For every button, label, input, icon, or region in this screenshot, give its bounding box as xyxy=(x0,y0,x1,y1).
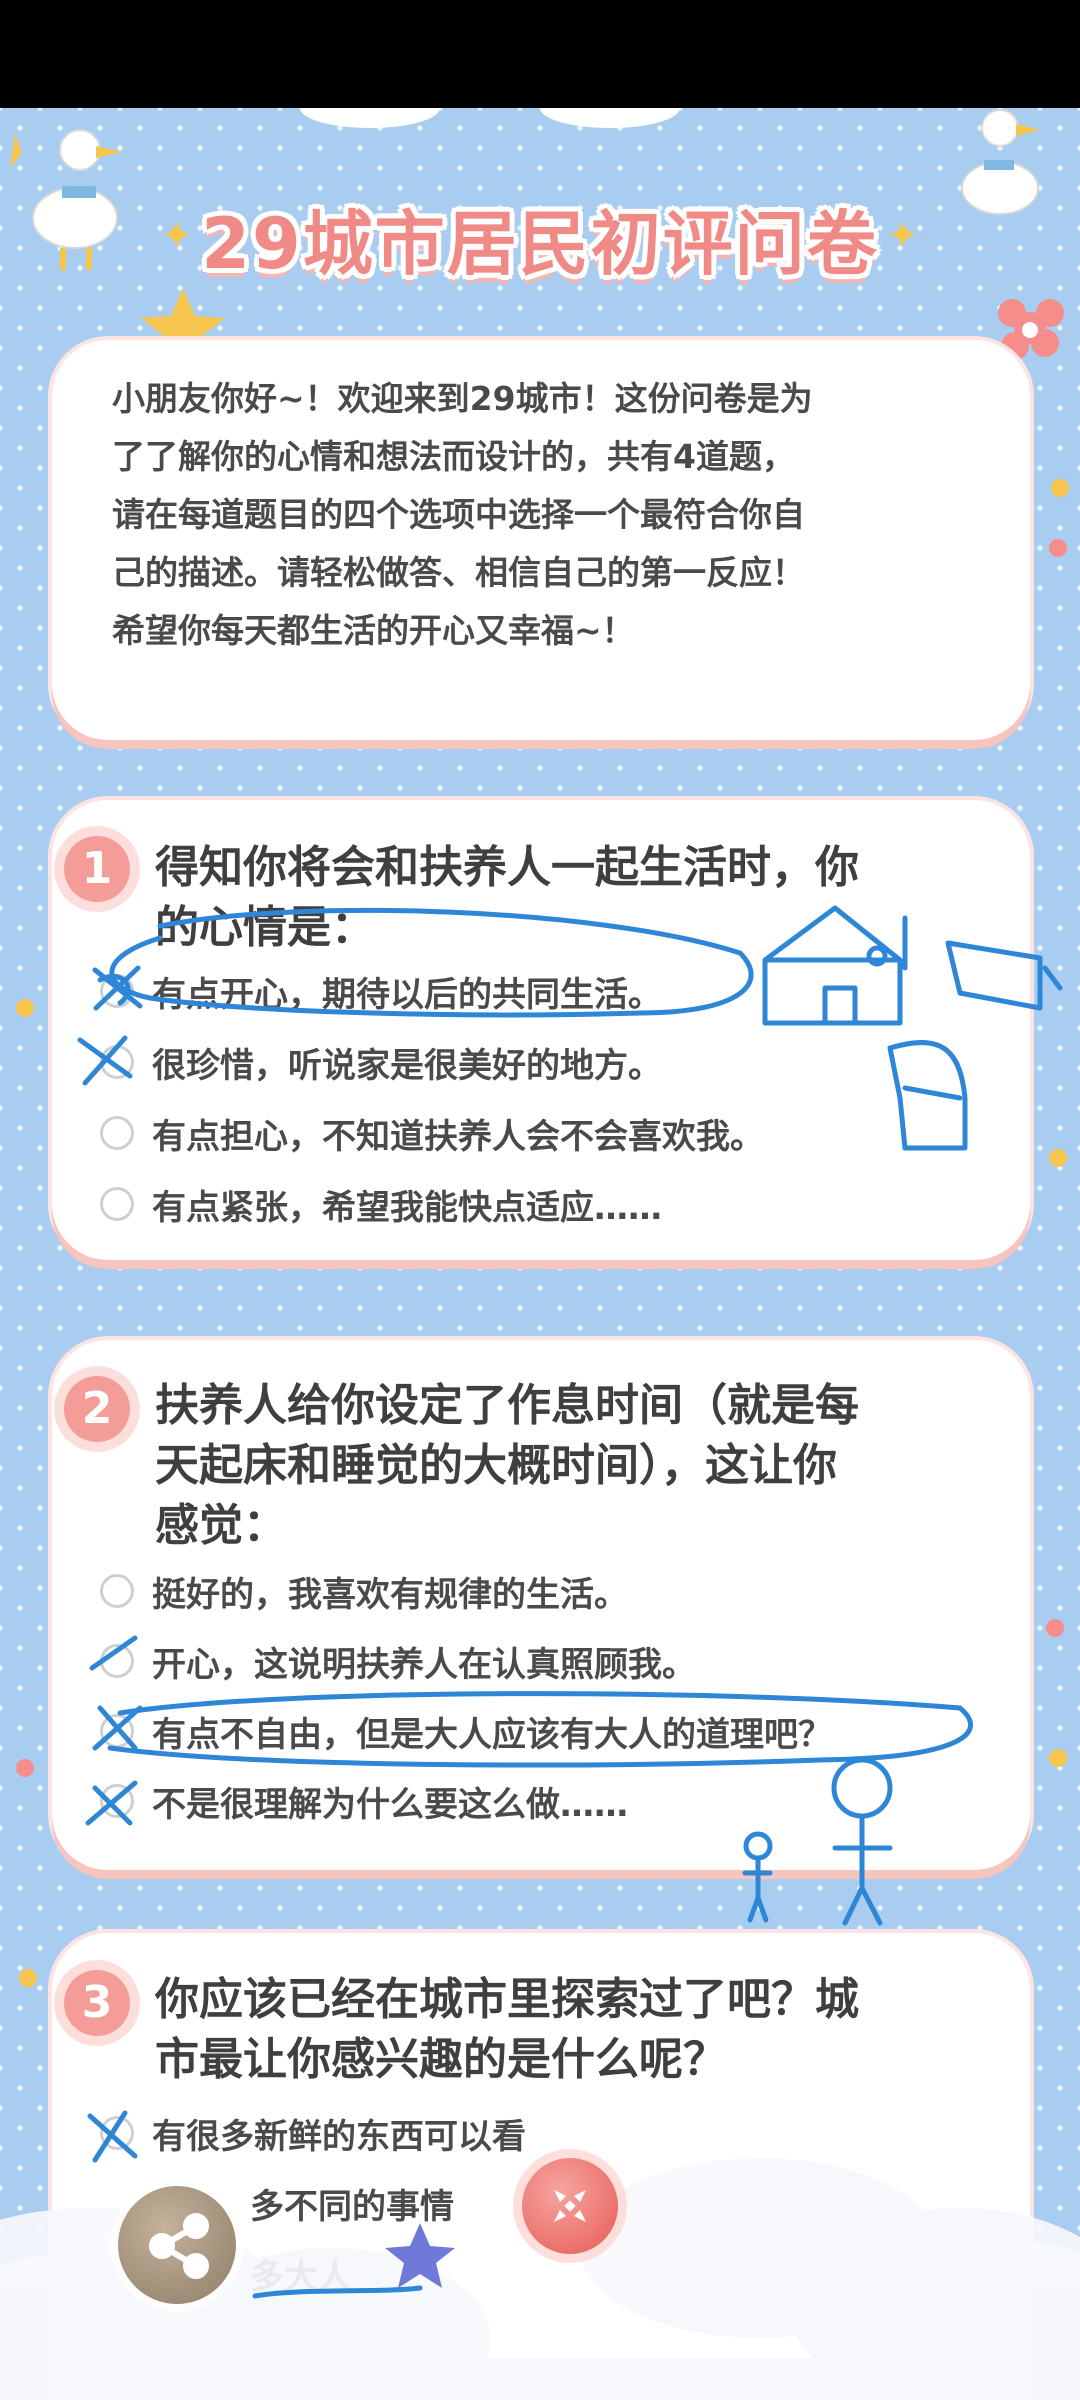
radio-button[interactable] xyxy=(100,1187,134,1221)
radio-button[interactable] xyxy=(100,1784,134,1818)
question-number-1: 1 xyxy=(64,836,130,902)
q3-option-3[interactable]: 多大人 xyxy=(250,2248,352,2298)
intro-line: 希望你每天都生活的开心又幸福~！ xyxy=(112,611,635,650)
radio-button[interactable] xyxy=(100,1574,134,1608)
question-number-3: 3 xyxy=(64,1970,130,2036)
q2-option-4[interactable]: 不是很理解为什么要这么做…… xyxy=(100,1776,628,1826)
question-line: 扶养人给你设定了作息时间（就是每 xyxy=(155,1380,859,1431)
option-label: 有点紧张，希望我能快点适应…… xyxy=(152,1187,662,1228)
radio-button[interactable] xyxy=(100,974,134,1008)
radio-button[interactable] xyxy=(100,1045,134,1079)
option-label: 有点开心，期待以后的共同生活。 xyxy=(152,974,662,1015)
intro-line: 小朋友你好~！欢迎来到29城市！这份问卷是为 xyxy=(112,379,813,418)
question-line: 得知你将会和扶养人一起生活时，你 xyxy=(155,842,859,893)
cloud-bump xyxy=(300,108,440,128)
radio-button[interactable] xyxy=(100,1116,134,1150)
option-label: 开心，这说明扶养人在认真照顾我。 xyxy=(152,1644,696,1685)
option-label: 很珍惜，听说家是很美好的地方。 xyxy=(152,1045,662,1086)
sparkle-icon: ✦ xyxy=(886,213,920,259)
q1-option-3[interactable]: 有点担心，不知道扶养人会不会喜欢我。 xyxy=(100,1108,764,1158)
option-label: 有点不自由，但是大人应该有大人的道理吧？ xyxy=(152,1714,832,1755)
question-text-3: 你应该已经在城市里探索过了吧？城 市最让你感兴趣的是什么呢？ xyxy=(155,1970,995,2090)
question-line: 的心情是： xyxy=(155,902,375,953)
q1-option-2[interactable]: 很珍惜，听说家是很美好的地方。 xyxy=(100,1037,662,1087)
close-icon xyxy=(554,2190,586,2222)
close-button[interactable] xyxy=(522,2158,618,2254)
share-button[interactable] xyxy=(118,2186,236,2304)
option-label: 挺好的，我喜欢有规律的生活。 xyxy=(152,1574,628,1615)
q2-option-1[interactable]: 挺好的，我喜欢有规律的生活。 xyxy=(100,1566,628,1616)
question-line: 天起床和睡觉的大概时间），这让你 xyxy=(155,1440,837,1491)
question-text-1: 得知你将会和扶养人一起生活时，你 的心情是： xyxy=(155,838,995,958)
radio-button[interactable] xyxy=(100,1714,134,1748)
star-icon xyxy=(10,133,22,168)
share-icon xyxy=(149,2213,209,2279)
q1-option-1[interactable]: 有点开心，期待以后的共同生活。 xyxy=(100,966,662,1016)
q2-option-2[interactable]: 开心，这说明扶养人在认真照顾我。 xyxy=(100,1636,696,1686)
intro-line: 请在每道题目的四个选项中选择一个最符合你自 xyxy=(112,495,805,534)
question-number-2: 2 xyxy=(64,1376,130,1442)
option-label: 多大人 xyxy=(250,2256,352,2297)
option-label: 有很多新鲜的东西可以看 xyxy=(152,2116,526,2157)
status-bar xyxy=(0,0,1080,108)
option-label: 有点担心，不知道扶养人会不会喜欢我。 xyxy=(152,1116,764,1157)
question-line: 感觉： xyxy=(155,1500,287,1551)
intro-text: 小朋友你好~！欢迎来到29城市！这份问卷是为 了了解你的心情和想法而设计的，共有… xyxy=(112,370,992,660)
sparkle-icon: ✦ xyxy=(160,213,194,259)
question-line: 你应该已经在城市里探索过了吧？城 xyxy=(155,1974,859,2025)
cloud-bump xyxy=(540,108,680,128)
intro-line: 己的描述。请轻松做答、相信自己的第一反应！ xyxy=(112,553,805,592)
q3-option-1[interactable]: 有很多新鲜的东西可以看 xyxy=(100,2108,526,2158)
intro-line: 了了解你的心情和想法而设计的，共有4道题， xyxy=(112,437,795,476)
q3-option-2[interactable]: 多不同的事情 xyxy=(250,2178,454,2228)
questionnaire-screen: 29城市居民初评问卷 ✦ ✦ 小朋友你好~！欢迎来到29城市！这份问卷是为 了了… xyxy=(0,108,1080,2400)
q1-option-4[interactable]: 有点紧张，希望我能快点适应…… xyxy=(100,1179,662,1229)
question-line: 市最让你感兴趣的是什么呢？ xyxy=(155,2034,727,2085)
radio-button[interactable] xyxy=(100,1644,134,1678)
option-label: 不是很理解为什么要这么做…… xyxy=(152,1784,628,1825)
radio-button[interactable] xyxy=(100,2116,134,2150)
question-text-2: 扶养人给你设定了作息时间（就是每 天起床和睡觉的大概时间），这让你 感觉： xyxy=(155,1376,995,1556)
q2-option-3[interactable]: 有点不自由，但是大人应该有大人的道理吧？ xyxy=(100,1706,832,1756)
option-label: 多不同的事情 xyxy=(250,2186,454,2227)
